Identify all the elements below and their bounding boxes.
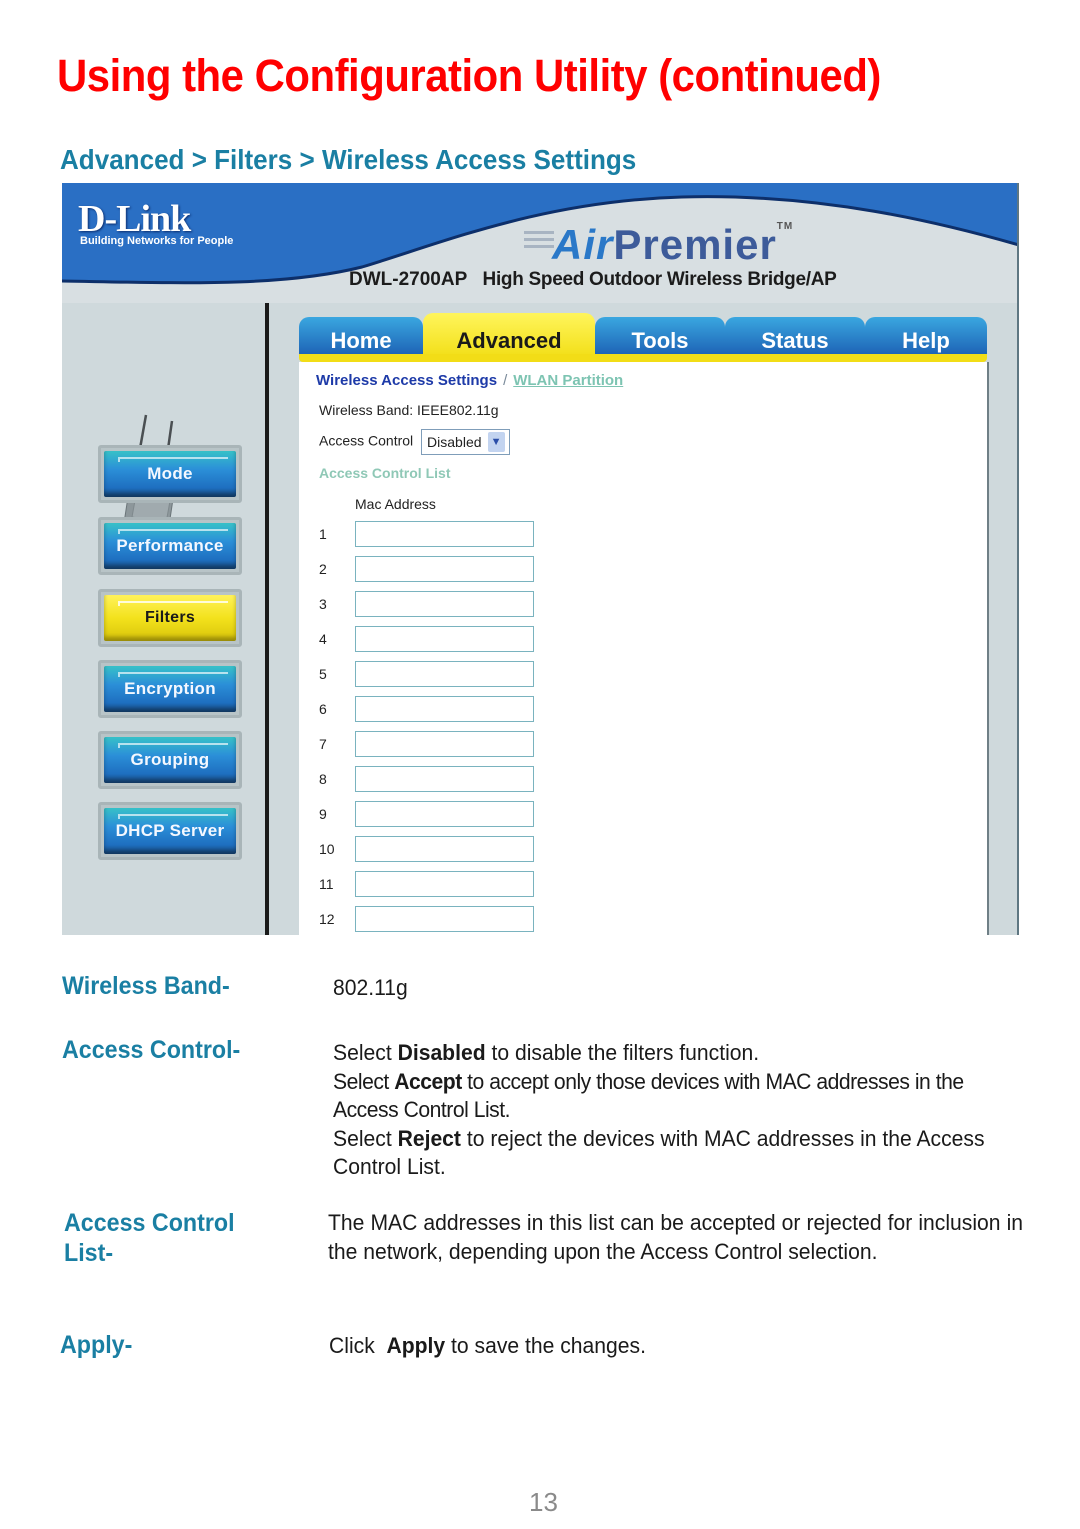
sidebar-item-label: Performance — [104, 523, 236, 569]
mac-address-input-12[interactable] — [355, 906, 534, 932]
airpremier-speed-lines-icon — [524, 231, 554, 257]
mac-row: 12 — [299, 906, 599, 932]
mac-row-number: 2 — [319, 561, 327, 577]
sidebar-item-label: Encryption — [104, 666, 236, 712]
mac-row-number: 12 — [319, 911, 335, 927]
mac-address-input-6[interactable] — [355, 696, 534, 722]
mac-address-header: Mac Address — [355, 496, 436, 512]
model-description: High Speed Outdoor Wireless Bridge/AP — [482, 269, 837, 290]
mac-row-number: 4 — [319, 631, 327, 647]
desc-label-wireless-band: Wireless Band- — [62, 972, 230, 1000]
mac-row-number: 3 — [319, 596, 327, 612]
desc-label-apply: Apply- — [60, 1331, 133, 1359]
sidebar-item-label: Mode — [104, 451, 236, 497]
config-utility-screenshot: D-Link Building Networks for People AirP… — [62, 183, 1019, 935]
access-control-select[interactable]: Disabled ▼ — [421, 429, 510, 455]
dlink-tagline: Building Networks for People — [80, 235, 234, 247]
tab-status[interactable]: Status — [725, 317, 865, 357]
sidebar-item-performance[interactable]: Performance — [98, 517, 242, 575]
desc-text-apply: Click Apply to save the changes. — [329, 1333, 646, 1358]
mac-row: 10 — [299, 836, 599, 862]
mac-row: 4 — [299, 626, 599, 652]
desc-text-acl: The MAC addresses in this list can be ac… — [328, 1210, 1024, 1264]
mac-address-input-8[interactable] — [355, 766, 534, 792]
tab-tools[interactable]: Tools — [595, 317, 725, 357]
page-number: 13 — [529, 1487, 558, 1517]
mac-row: 11 — [299, 871, 599, 897]
subnav-separator: / — [503, 372, 508, 389]
desc-text-access-control: Select Disabled to disable the filters f… — [333, 1040, 985, 1179]
access-control-row: Access Control Disabled ▼ — [319, 429, 510, 455]
mac-address-input-9[interactable] — [355, 801, 534, 827]
mac-row-number: 11 — [319, 876, 334, 892]
tab-underline — [299, 354, 987, 362]
mac-row-number: 5 — [319, 666, 327, 682]
model-number: DWL-2700AP — [349, 269, 468, 290]
desc-label-acl: Access Control List- — [64, 1209, 235, 1267]
mac-row-number: 6 — [319, 701, 327, 717]
mac-address-input-3[interactable] — [355, 591, 534, 617]
acl-title: Access Control List — [319, 465, 451, 481]
mac-address-input-11[interactable] — [355, 871, 534, 897]
access-control-selected: Disabled — [427, 434, 482, 450]
tab-home[interactable]: Home — [299, 317, 423, 357]
mac-row-number: 10 — [319, 841, 335, 857]
airpremier-air: Air — [552, 221, 614, 268]
tab-help[interactable]: Help — [865, 317, 987, 357]
mac-row-number: 7 — [319, 736, 327, 752]
desc-label-access-control: Access Control- — [62, 1036, 241, 1064]
sidebar-item-label: DHCP Server — [104, 808, 236, 854]
mac-address-input-7[interactable] — [355, 731, 534, 757]
sidebar-item-mode[interactable]: Mode — [98, 445, 242, 503]
sidebar-item-grouping[interactable]: Grouping — [98, 731, 242, 789]
wireless-band-row: Wireless Band: IEEE802.11g — [319, 402, 499, 418]
section-heading: Advanced > Filters > Wireless Access Set… — [60, 144, 637, 175]
mac-row: 1 — [299, 521, 599, 547]
mac-address-input-10[interactable] — [355, 836, 534, 862]
sidebar-item-encryption[interactable]: Encryption — [98, 660, 242, 718]
mac-address-input-5[interactable] — [355, 661, 534, 687]
subnav-wlan-partition-link[interactable]: WLAN Partition — [513, 372, 623, 389]
wireless-band-value: IEEE802.11g — [417, 402, 499, 418]
subnav-wireless-access-settings[interactable]: Wireless Access Settings — [316, 372, 497, 389]
airpremier-logo: AirPremierTM — [552, 221, 793, 269]
access-control-label: Access Control — [319, 432, 414, 449]
model-line: DWL-2700AP High Speed Outdoor Wireless B… — [349, 269, 837, 291]
mac-row-number: 1 — [319, 526, 327, 542]
page-title: Using the Configuration Utility (continu… — [57, 50, 881, 101]
mac-row-number: 8 — [319, 771, 327, 787]
sidebar-item-label: Filters — [104, 595, 236, 641]
chevron-down-icon[interactable]: ▼ — [487, 432, 505, 452]
mac-address-input-2[interactable] — [355, 556, 534, 582]
mac-row-number: 9 — [319, 806, 327, 822]
settings-panel: Wireless Access Settings / WLAN Partition … — [299, 362, 987, 935]
tab-advanced[interactable]: Advanced — [423, 313, 595, 357]
mac-row: 5 — [299, 661, 599, 687]
wireless-band-label: Wireless Band: — [319, 402, 414, 418]
airpremier-premier: Premier — [613, 221, 777, 268]
mac-row: 7 — [299, 731, 599, 757]
sidebar-item-filters[interactable]: Filters — [98, 589, 242, 647]
mac-row: 2 — [299, 556, 599, 582]
mac-address-input-4[interactable] — [355, 626, 534, 652]
subnav: Wireless Access Settings / WLAN Partition — [316, 372, 623, 389]
sidebar: Mode Performance Filters Encryption Grou… — [62, 303, 265, 935]
mac-row: 3 — [299, 591, 599, 617]
header-banner: D-Link Building Networks for People AirP… — [62, 183, 1019, 303]
desc-text-wireless-band: 802.11g — [333, 975, 408, 1000]
trademark: TM — [776, 221, 794, 232]
sidebar-item-label: Grouping — [104, 737, 236, 783]
mac-address-input-1[interactable] — [355, 521, 534, 547]
mac-row: 9 — [299, 801, 599, 827]
sidebar-item-dhcp-server[interactable]: DHCP Server — [98, 802, 242, 860]
mac-row: 8 — [299, 766, 599, 792]
mac-row: 6 — [299, 696, 599, 722]
